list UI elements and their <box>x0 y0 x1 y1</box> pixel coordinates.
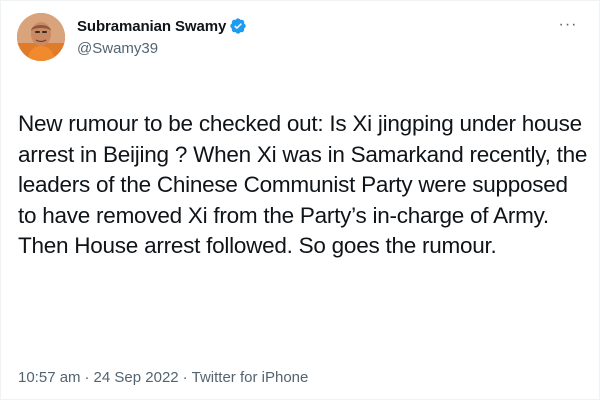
tweet-header: Subramanian Swamy @Swamy39 ··· <box>17 13 585 83</box>
tweet-metadata: 10:57 am · 24 Sep 2022 · Twitter for iPh… <box>18 369 308 386</box>
more-options-icon[interactable]: ··· <box>553 15 583 35</box>
tweet-card: Subramanian Swamy @Swamy39 ··· New rumou… <box>0 0 600 400</box>
tweet-time-link[interactable]: 10:57 am <box>18 369 81 386</box>
meta-separator: · <box>84 369 90 386</box>
meta-separator: · <box>182 369 188 386</box>
user-handle[interactable]: @Swamy39 <box>77 40 247 57</box>
profile-photo-icon <box>17 13 65 61</box>
author-info: Subramanian Swamy @Swamy39 <box>77 15 247 57</box>
name-row: Subramanian Swamy <box>77 15 247 37</box>
avatar[interactable] <box>17 13 65 61</box>
tweet-date-link[interactable]: 24 Sep 2022 <box>94 369 179 386</box>
tweet-source: Twitter for iPhone <box>191 369 309 386</box>
verified-badge-icon <box>229 17 247 35</box>
tweet-text: New rumour to be checked out: Is Xi jing… <box>18 111 588 258</box>
display-name[interactable]: Subramanian Swamy <box>77 18 226 35</box>
